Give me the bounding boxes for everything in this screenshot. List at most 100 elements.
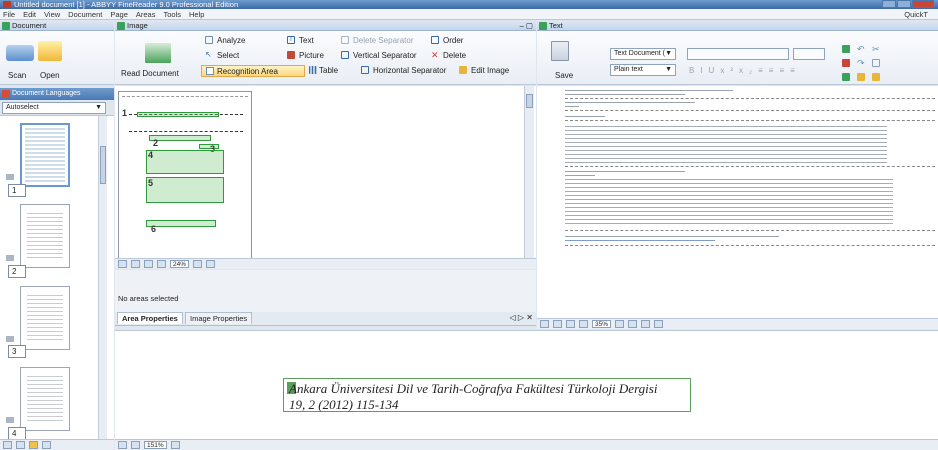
maximize-button[interactable] <box>897 0 911 8</box>
font-size-select[interactable] <box>793 48 825 60</box>
picture-area-icon[interactable] <box>287 51 295 59</box>
image-zoom-select[interactable]: 24% <box>170 260 190 268</box>
thumbnails-scrollbar[interactable] <box>98 116 107 442</box>
zoom-in-icon[interactable] <box>193 260 203 268</box>
format-icon[interactable] <box>654 320 664 328</box>
format-select[interactable]: Text Document ( ▼ <box>610 48 676 60</box>
horizontal-separator-button[interactable]: Horizontal Separator <box>373 66 446 75</box>
select-icon[interactable]: ↖ <box>205 51 213 59</box>
edit-image-icon[interactable] <box>459 66 467 74</box>
zoom-pane-zoom-select[interactable]: 151% <box>144 441 167 449</box>
text-area-1[interactable] <box>137 112 219 117</box>
order-button[interactable]: Order <box>443 36 463 45</box>
image-scrollbar[interactable] <box>524 86 534 258</box>
analyze-icon[interactable] <box>205 36 213 44</box>
delete-icon[interactable]: ✕ <box>431 51 439 60</box>
spell-check-icon[interactable] <box>857 73 865 81</box>
page-thumbnail-2[interactable] <box>20 204 70 268</box>
menu-help[interactable]: Help <box>189 10 204 19</box>
text-area-button[interactable]: Text <box>299 36 314 45</box>
actual-size-icon[interactable] <box>566 320 575 328</box>
page-thumbnail-3[interactable] <box>20 286 70 350</box>
fit-width-icon[interactable] <box>131 260 140 268</box>
tabs-nav-controls[interactable]: ◁ ▷ ✕ <box>510 313 533 322</box>
analyze-button[interactable]: Analyze <box>217 36 245 45</box>
minimize-button[interactable] <box>882 0 896 8</box>
paragraph-icon[interactable] <box>641 320 651 328</box>
text-area-2[interactable] <box>149 135 211 141</box>
paste-icon[interactable] <box>872 73 880 81</box>
scan-button[interactable]: Scan <box>8 71 26 80</box>
table-area-icon[interactable] <box>309 66 317 74</box>
actual-size-icon[interactable] <box>144 260 153 268</box>
text-area-icon[interactable]: T <box>287 36 295 44</box>
plain-text-select[interactable]: Plain text ▼ <box>610 64 676 76</box>
undo-icon[interactable]: ↶ <box>857 45 865 54</box>
scrollbar-thumb[interactable] <box>100 146 106 184</box>
horizontal-separator-icon[interactable] <box>361 66 369 74</box>
redo-icon[interactable]: ↷ <box>857 59 865 68</box>
close-button[interactable] <box>912 0 934 8</box>
menu-file[interactable]: File <box>3 10 15 19</box>
menu-edit[interactable]: Edit <box>23 10 36 19</box>
page-thumbnail-4[interactable] <box>20 367 70 431</box>
page-view-icon[interactable] <box>3 441 12 449</box>
read-document-icon[interactable] <box>145 43 171 63</box>
tab-image-properties[interactable]: Image Properties <box>185 312 253 324</box>
language-select[interactable]: Autoselect ▼ <box>2 102 106 114</box>
bookmark-icon[interactable] <box>842 59 850 67</box>
fit-width-icon[interactable] <box>553 320 562 328</box>
edit-image-button[interactable]: Edit Image <box>471 66 509 75</box>
table-area-button[interactable]: Table <box>319 66 338 75</box>
fit-page-icon[interactable] <box>118 260 127 268</box>
cut-icon[interactable]: ✂ <box>872 45 880 54</box>
zoom-out-icon[interactable] <box>157 260 166 268</box>
recognize-icon[interactable] <box>29 441 38 449</box>
page-thumbnail-1[interactable] <box>20 123 70 187</box>
delete-button[interactable]: Delete <box>443 51 466 60</box>
text-area-3[interactable] <box>199 144 219 149</box>
text-area-4[interactable] <box>146 150 224 174</box>
menu-page[interactable]: Page <box>110 10 128 19</box>
scan-icon[interactable] <box>6 45 34 61</box>
picture-area-button[interactable]: Picture <box>299 51 324 60</box>
zoom-out-icon[interactable] <box>131 441 140 449</box>
text-editor[interactable] <box>537 86 938 326</box>
zoom-out-icon[interactable] <box>579 320 588 328</box>
zoom-in-icon[interactable] <box>615 320 625 328</box>
select-button[interactable]: Select <box>217 51 239 60</box>
zoomed-text-area[interactable]: Ankara Üniversitesi Dil ve Tarih-Coğrafy… <box>283 378 691 412</box>
menu-areas[interactable]: Areas <box>136 10 156 19</box>
tab-area-properties[interactable]: Area Properties <box>117 312 183 324</box>
open-folder-icon[interactable] <box>38 41 62 61</box>
delete-separator-button[interactable]: Delete Separator <box>353 36 413 45</box>
zoom-in-icon[interactable] <box>170 441 180 449</box>
table-icon[interactable] <box>842 45 850 53</box>
order-icon[interactable] <box>431 36 439 44</box>
open-button[interactable]: Open <box>40 71 60 80</box>
save-page-icon[interactable] <box>16 441 25 449</box>
read-document-button[interactable]: Read Document <box>121 69 179 78</box>
menu-view[interactable]: View <box>44 10 60 19</box>
fit-page-icon[interactable] <box>540 320 549 328</box>
formatting-buttons[interactable]: BIUx²x₂≡≡≡≡ <box>689 66 801 75</box>
fit-icon[interactable] <box>206 260 216 268</box>
pane-controls[interactable]: – ▢ <box>520 21 533 31</box>
font-select[interactable] <box>687 48 789 60</box>
scrollbar-thumb[interactable] <box>526 94 533 108</box>
fit-icon[interactable] <box>118 441 127 449</box>
quick-tasks-link[interactable]: QuickT <box>904 10 928 19</box>
save-icon[interactable] <box>551 41 569 61</box>
menu-tools[interactable]: Tools <box>163 10 181 19</box>
save-button[interactable]: Save <box>555 71 573 80</box>
text-area-6[interactable] <box>146 220 216 227</box>
text-area-5[interactable] <box>146 177 224 203</box>
copy-icon[interactable] <box>872 59 880 67</box>
menu-document[interactable]: Document <box>68 10 102 19</box>
thumbnails-view-icon[interactable] <box>42 441 51 449</box>
font-icon[interactable] <box>628 320 638 328</box>
vertical-separator-icon[interactable] <box>341 51 349 59</box>
text-zoom-select[interactable]: 35% <box>592 320 612 328</box>
recognition-area-button[interactable]: Recognition Area <box>201 65 305 77</box>
vertical-separator-button[interactable]: Vertical Separator <box>353 51 417 60</box>
